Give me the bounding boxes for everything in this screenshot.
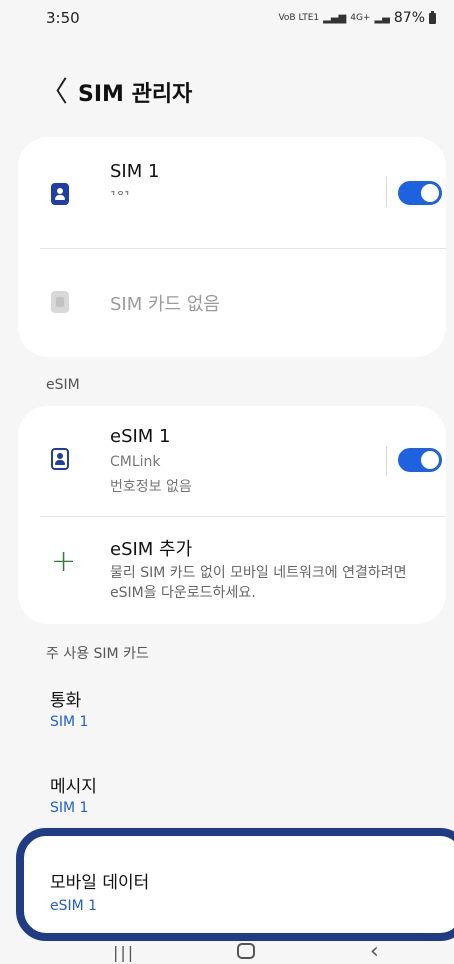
esim1-row[interactable]: eSIM 1 CMLink 번호정보 없음: [18, 406, 446, 516]
mobile-data-value: eSIM 1: [50, 898, 98, 914]
esim-section-label: eSIM: [46, 377, 80, 393]
status-icons: VoB LTE1 ▂▄▆ 4G+ ▂▄ 87%: [278, 10, 436, 26]
calls-value: SIM 1: [50, 714, 89, 730]
messages-value: SIM 1: [50, 800, 89, 816]
data-network-icon: 4G+: [350, 13, 371, 23]
sim-card-disabled-icon: [51, 291, 69, 313]
mobile-data-title: 모바일 데이터: [50, 873, 150, 893]
signal2-icon: ▂▄: [374, 12, 390, 24]
messages-title: 메시지: [50, 777, 97, 797]
redacted-number: [96, 195, 298, 245]
status-bar: 3:50 VoB LTE1 ▂▄▆ 4G+ ▂▄ 87%: [0, 0, 454, 36]
sim1-row[interactable]: SIM 1 181: [18, 137, 446, 247]
page-header: 〈 SIM 관리자: [40, 76, 192, 108]
plus-icon: +: [51, 544, 77, 579]
recent-apps-icon[interactable]: |||: [113, 943, 135, 962]
esim-icon: [51, 448, 69, 470]
sim2-row: SIM 카드 없음: [18, 249, 446, 357]
sim-card-icon: [51, 183, 69, 205]
sim-card-group: SIM 1 181 SIM 카드 없음: [18, 137, 446, 357]
back-nav-icon[interactable]: ‹: [370, 939, 379, 964]
mobile-data-pref-row[interactable]: 모바일 데이터 eSIM 1: [16, 828, 454, 941]
row-divider: [386, 446, 387, 476]
preferred-sim-section-label: 주 사용 SIM 카드: [46, 646, 149, 662]
esim1-name: eSIM 1: [110, 426, 171, 447]
calls-title: 통화: [50, 691, 82, 711]
calls-pref-row[interactable]: 통화 SIM 1: [18, 672, 446, 742]
sim1-name: SIM 1: [110, 161, 160, 182]
sim2-status: SIM 카드 없음: [110, 294, 220, 315]
add-esim-title: eSIM 추가: [110, 539, 193, 560]
esim1-carrier: CMLink: [110, 454, 161, 470]
signal-icon: ▂▄▆: [323, 12, 347, 24]
messages-pref-row[interactable]: 메시지 SIM 1: [18, 758, 446, 828]
status-time: 3:50: [46, 9, 80, 27]
row-divider: [386, 177, 387, 207]
add-esim-description: 물리 SIM 카드 없이 모바일 네트워크에 연결하려면 eSIM을 다운로드하…: [110, 565, 407, 601]
volte-icon: VoB LTE1: [278, 13, 320, 23]
esim1-toggle[interactable]: [398, 448, 442, 472]
home-icon[interactable]: [237, 943, 255, 959]
page-title: SIM 관리자: [78, 82, 193, 107]
esim-card-group: eSIM 1 CMLink 번호정보 없음 + eSIM 추가 물리 SIM 카…: [18, 406, 446, 624]
back-chevron-icon[interactable]: 〈: [40, 78, 68, 106]
battery-icon: [429, 10, 436, 24]
esim1-number: 번호정보 없음: [110, 479, 192, 495]
sim1-toggle[interactable]: [398, 181, 442, 205]
add-esim-row[interactable]: + eSIM 추가 물리 SIM 카드 없이 모바일 네트워크에 연결하려면 e…: [18, 517, 446, 624]
battery-percent: 87%: [393, 10, 425, 26]
navigation-bar: ||| ‹: [0, 939, 454, 964]
